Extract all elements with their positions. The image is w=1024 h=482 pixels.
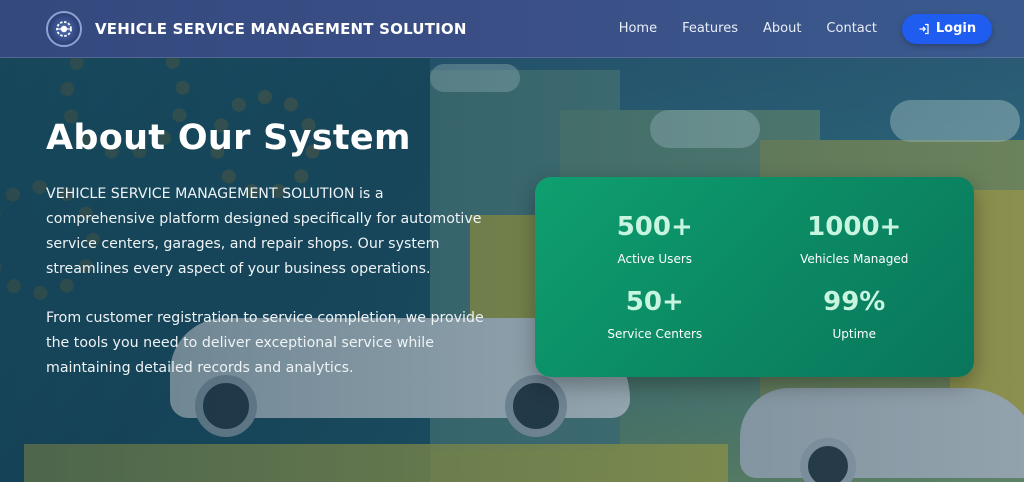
- login-icon: [919, 23, 929, 34]
- about-paragraph: From customer registration to service co…: [46, 310, 484, 376]
- stat-value: 500+: [616, 211, 693, 242]
- stat-value: 99%: [823, 286, 886, 317]
- nav-link-about[interactable]: About: [763, 21, 801, 36]
- stats-card: 500+ Active Users 1000+ Vehicles Managed…: [535, 177, 974, 377]
- stat-value: 50+: [625, 286, 684, 317]
- nav-link-contact[interactable]: Contact: [826, 21, 877, 36]
- page-title: About Our System: [46, 118, 411, 158]
- login-button-label: Login: [935, 21, 977, 36]
- login-button[interactable]: Login: [902, 13, 992, 44]
- about-paragraph: VEHICLE SERVICE MANAGEMENT SOLUTION is a…: [46, 186, 482, 277]
- about-section: About Our System VEHICLE SERVICE MANAGEM…: [46, 118, 486, 381]
- vehicle-gear-logo-icon[interactable]: [46, 10, 82, 47]
- nav-link-features[interactable]: Features: [682, 21, 738, 36]
- stat-label: Vehicles Managed: [800, 251, 909, 266]
- logo-graphic: [56, 20, 72, 37]
- brand-title[interactable]: VEHICLE SERVICE MANAGEMENT SOLUTION: [95, 20, 467, 38]
- stat-vehicles-managed: 1000+ Vehicles Managed: [755, 201, 955, 276]
- stat-active-users: 500+ Active Users: [555, 201, 755, 276]
- stat-label: Service Centers: [607, 326, 703, 341]
- stat-label: Uptime: [832, 326, 876, 341]
- nav-links: Home Features About Contact Login: [619, 13, 992, 44]
- navbar: VEHICLE SERVICE MANAGEMENT SOLUTION Home…: [0, 0, 1024, 58]
- stat-service-centers: 50+ Service Centers: [555, 276, 755, 351]
- nav-link-home[interactable]: Home: [619, 21, 657, 36]
- stat-label: Active Users: [617, 251, 693, 266]
- stat-uptime: 99% Uptime: [755, 276, 955, 351]
- stat-value: 1000+: [807, 211, 902, 242]
